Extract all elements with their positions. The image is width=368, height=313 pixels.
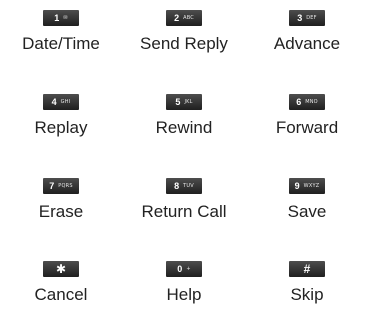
key-cell-3: 3 DEF Advance [246,0,368,60]
key-cell-5: 5 JKL Rewind [123,84,245,144]
key-6-label: Forward [275,118,339,137]
key-9-button[interactable]: 9 WXYZ [289,178,325,194]
key-cell-0: 0 + Help [123,251,245,311]
key-cell-9: 9 WXYZ Save [246,168,368,228]
key-7-digit: 7 [49,180,55,191]
key-8-label: Return Call [141,202,227,221]
key-3-letters: DEF [306,14,317,21]
key-1-digit: 1 [54,12,60,23]
key-7-button[interactable]: 7 PQRS [43,178,79,194]
key-hash-button[interactable]: # [289,261,325,277]
key-cell-2: 2 ABC Send Reply [123,0,245,60]
key-cell-4: 4 GHI Replay [0,84,122,144]
key-5-letters: JKL [184,98,193,105]
key-2-letters: ABC [183,14,194,21]
key-9-letters: WXYZ [303,182,320,189]
asterisk-icon: ✱ [55,262,67,276]
keypad-grid: 1 ✉ Date/Time 2 ABC Send Reply 3 DEF Adv… [0,0,368,313]
key-cell-7: 7 PQRS Erase [0,168,122,228]
key-5-label: Rewind [155,118,213,137]
key-4-label: Replay [34,118,88,137]
key-8-letters: TUV [183,182,194,189]
key-5-button[interactable]: 5 JKL [166,94,202,110]
key-1-button[interactable]: 1 ✉ [43,10,79,26]
key-9-digit: 9 [294,180,300,191]
key-5-digit: 5 [175,96,181,107]
key-6-button[interactable]: 6 MNO [289,94,325,110]
key-7-label: Erase [38,202,84,221]
key-3-label: Advance [273,34,341,53]
key-0-letters: + [186,265,191,272]
key-7-letters: PQRS [58,182,73,189]
key-2-button[interactable]: 2 ABC [166,10,202,26]
key-4-button[interactable]: 4 GHI [43,94,79,110]
key-2-label: Send Reply [140,34,228,53]
key-hash-label: Skip [290,285,324,304]
key-cell-star: ✱ Cancel [0,251,122,311]
key-0-label: Help [166,285,202,304]
key-4-letters: GHI [60,98,71,105]
key-2-digit: 2 [174,12,180,23]
key-cell-hash: # Skip [246,251,368,311]
key-star-button[interactable]: ✱ [43,261,79,277]
key-6-digit: 6 [296,96,302,107]
key-1-label: Date/Time [22,34,100,53]
key-9-label: Save [287,202,327,221]
key-cell-1: 1 ✉ Date/Time [0,0,122,60]
voicemail-envelope-icon: ✉ [63,14,68,21]
key-0-button[interactable]: 0 + [166,261,202,277]
key-3-digit: 3 [297,12,303,23]
key-3-button[interactable]: 3 DEF [289,10,325,26]
key-cell-6: 6 MNO Forward [246,84,368,144]
key-4-digit: 4 [51,96,57,107]
key-8-digit: 8 [174,180,180,191]
key-cell-8: 8 TUV Return Call [123,168,245,228]
key-6-letters: MNO [305,98,318,105]
key-0-digit: 0 [177,263,183,274]
key-8-button[interactable]: 8 TUV [166,178,202,194]
key-star-label: Cancel [34,285,88,304]
hash-icon: # [303,262,311,276]
